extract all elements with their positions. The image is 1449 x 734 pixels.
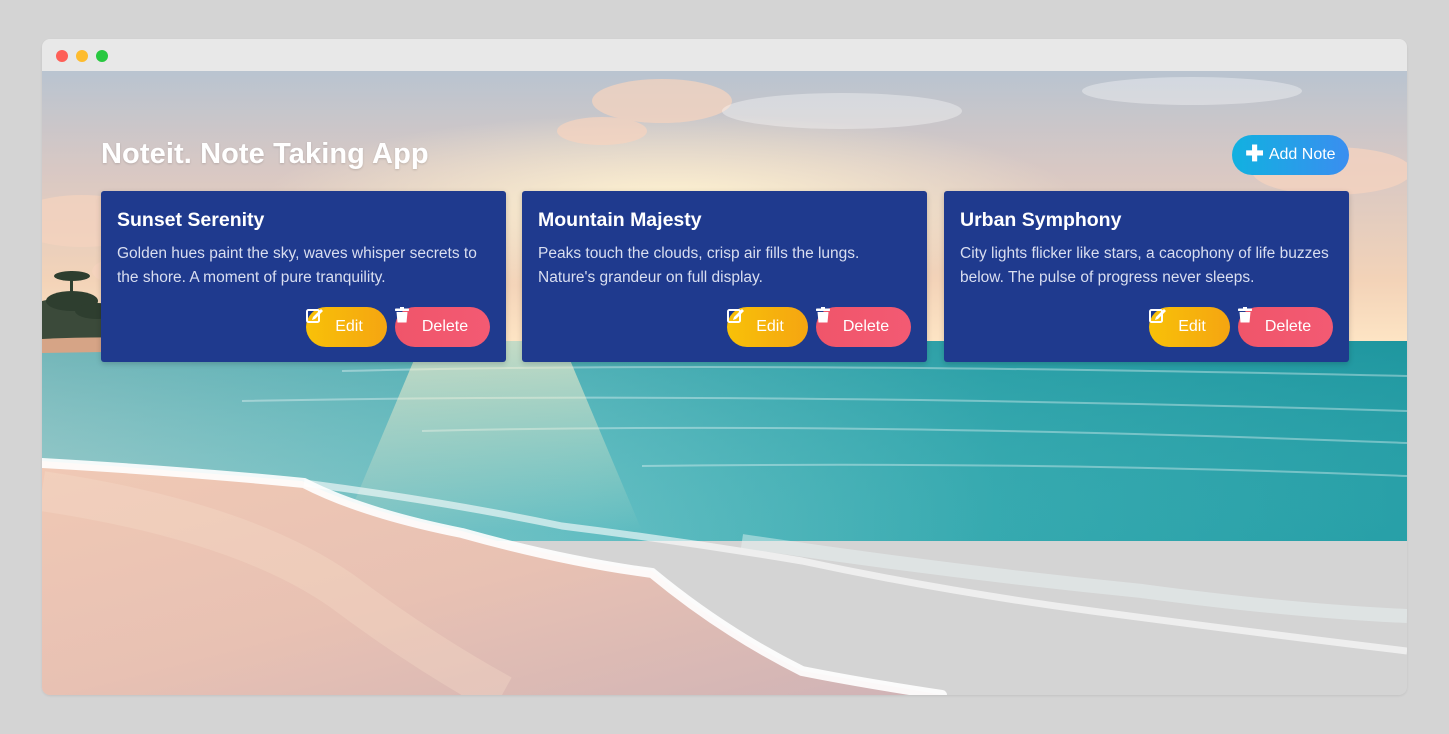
maximize-window-button[interactable]	[96, 50, 108, 62]
plus-icon: ✚	[1245, 141, 1264, 166]
note-title: Mountain Majesty	[538, 209, 702, 231]
add-note-button[interactable]: ✚ Add Note	[1232, 135, 1349, 175]
note-title: Sunset Serenity	[117, 209, 265, 231]
app-title: Noteit. Note Taking App	[101, 138, 429, 170]
edit-note-button[interactable]: Edit	[727, 307, 808, 347]
app-page: Noteit. Note Taking App ✚ Add Note Sunse…	[42, 71, 1407, 695]
delete-note-button[interactable]: Delete	[1238, 307, 1333, 347]
note-card: Mountain Majesty Peaks touch the clouds,…	[522, 191, 927, 362]
note-title: Urban Symphony	[960, 209, 1122, 231]
delete-note-button[interactable]: Delete	[395, 307, 490, 347]
delete-note-button[interactable]: Delete	[816, 307, 911, 347]
note-body: City lights flicker like stars, a cacoph…	[960, 245, 1329, 286]
note-body: Peaks touch the clouds, crisp air fills …	[538, 245, 860, 286]
delete-label: Delete	[842, 318, 890, 335]
edit-label: Edit	[1178, 318, 1206, 335]
edit-note-button[interactable]: Edit	[306, 307, 387, 347]
note-card: Sunset Serenity Golden hues paint the sk…	[101, 191, 506, 362]
edit-label: Edit	[335, 318, 363, 335]
edit-note-button[interactable]: Edit	[1149, 307, 1230, 347]
note-card: Urban Symphony City lights flicker like …	[944, 191, 1349, 362]
delete-label: Delete	[1264, 318, 1312, 335]
close-window-button[interactable]	[56, 50, 68, 62]
browser-window: Noteit. Note Taking App ✚ Add Note Sunse…	[42, 39, 1407, 695]
add-note-label: Add Note	[1268, 146, 1336, 163]
edit-label: Edit	[756, 318, 784, 335]
minimize-window-button[interactable]	[76, 50, 88, 62]
window-titlebar	[42, 39, 1407, 71]
delete-label: Delete	[421, 318, 469, 335]
note-body: Golden hues paint the sky, waves whisper…	[117, 245, 477, 286]
